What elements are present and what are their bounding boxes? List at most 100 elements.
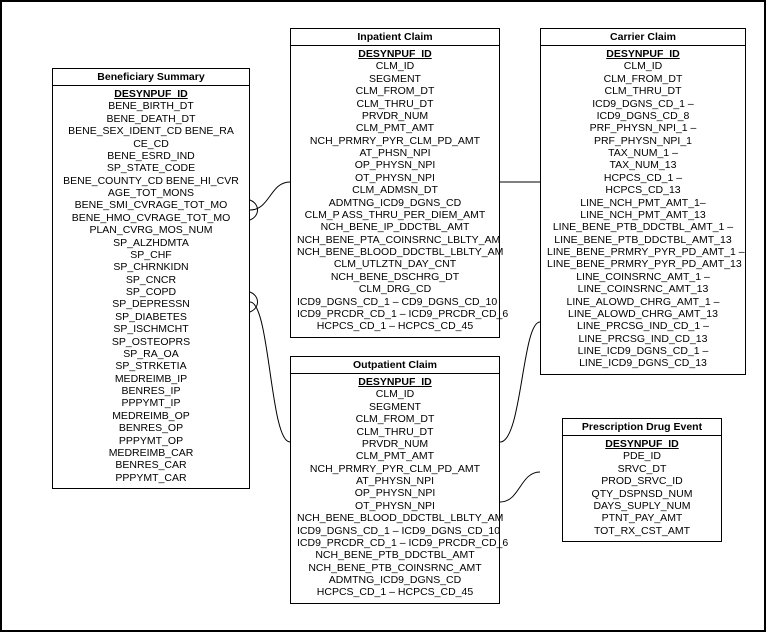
entity-field: NCH_BENE_PTB_COINSRNC_AMT (297, 562, 493, 574)
entity-field: PPPYMT_CAR (59, 472, 243, 484)
entity-field: LINE_PRCSG_IND_CD_1 – (547, 320, 739, 332)
entity-field: ICD9_PRCDR_CD_1 – ICD9_PRCDR_CD_6 (297, 308, 493, 320)
entity-fields: DESYNPUF_ID BENE_BIRTH_DTBENE_DEATH_DT BE… (53, 86, 249, 488)
entity-outpatient-claim: Outpatient Claim DESYNPUF_ID CLM_IDSEGME… (290, 356, 500, 604)
entity-field: CLM_UTLZTN_DAY_CNT (297, 258, 493, 270)
entity-field: CLM_ADMSN_DT (297, 184, 493, 196)
entity-field: CLM_ID (297, 388, 493, 400)
entity-field: LINE_NCH_PMT_AMT_13 (547, 209, 739, 221)
field-list: CLM_IDSEGMENTCLM_FROM_DTCLM_THRU_DTPRVDR… (297, 60, 493, 332)
entity-field: MEDREIMB_OP (59, 410, 243, 422)
entity-primary-key: DESYNPUF_ID (59, 86, 243, 100)
entity-fields: DESYNPUF_ID PDE_IDSRVC_DTPROD_SRVC_IDQTY… (563, 436, 721, 541)
entity-field: LINE_NCH_PMT_AMT_1– (547, 197, 739, 209)
entity-inpatient-claim: Inpatient Claim DESYNPUF_ID CLM_IDSEGMEN… (290, 28, 500, 338)
entity-field: LINE_COINSRNC_AMT_13 (547, 283, 739, 295)
entity-field: SP_ALZHDMTA (59, 237, 243, 249)
entity-field: BENE_HMO_CVRAGE_TOT_MO (59, 212, 243, 224)
entity-field: ADMTNG_ICD9_DGNS_CD (297, 574, 493, 586)
entity-field: PRVDR_NUM (297, 110, 493, 122)
entity-field: ICD9_PRCDR_CD_1 – ICD9_PRCDR_CD_6 (297, 537, 493, 549)
entity-field: NCH_BENE_BLOOD_DDCTBL_LBLTY_AM (297, 512, 493, 524)
entity-field: HCPCS_CD_1 – HCPCS_CD_45 (297, 320, 493, 332)
entity-field: CLM_ID (297, 60, 493, 72)
entity-title: Outpatient Claim (291, 357, 499, 374)
entity-field: MEDREIMB_IP (59, 373, 243, 385)
entity-field: LINE_ICD9_DGNS_CD_1 – (547, 345, 739, 357)
entity-primary-key: DESYNPUF_ID (547, 46, 739, 60)
entity-title: Beneficiary Summary (53, 69, 249, 86)
entity-field: NCH_BENE_PTA_COINSRNC_LBLTY_AM (297, 234, 493, 246)
entity-fields: DESYNPUF_ID CLM_IDCLM_FROM_DTCLM_THRU_DT… (541, 46, 745, 374)
entity-field: TOT_RX_CST_AMT (569, 525, 715, 537)
entity-field: PROD_SRVC_ID (569, 475, 715, 487)
entity-field: SP_COPD (59, 286, 243, 298)
entity-field: SP_STRKETIA (59, 360, 243, 372)
field-list: PDE_IDSRVC_DTPROD_SRVC_IDQTY_DSPNSD_NUMD… (569, 450, 715, 537)
entity-field: PLAN_CVRG_MOS_NUM (59, 224, 243, 236)
entity-field: PDE_ID (569, 450, 715, 462)
entity-field: PTNT_PAY_AMT (569, 512, 715, 524)
entity-field: PPPYMT_IP (59, 397, 243, 409)
entity-field: SEGMENT (297, 401, 493, 413)
entity-field: SP_RA_OA (59, 348, 243, 360)
entity-title: Prescription Drug Event (563, 419, 721, 436)
entity-field: SP_CHRNKIDN (59, 261, 243, 273)
entity-field: LINE_ALOWD_CHRG_AMT_1 – (547, 296, 739, 308)
entity-primary-key: DESYNPUF_ID (297, 46, 493, 60)
entity-field: NCH_PRMRY_PYR_CLM_PD_AMT (297, 463, 493, 475)
entity-field: TAX_NUM_1 – (547, 147, 739, 159)
entity-field: CLM_FROM_DT (297, 85, 493, 97)
entity-field: HCPCS_CD_1 – HCPCS_CD_45 (297, 586, 493, 598)
entity-beneficiary-summary: Beneficiary Summary DESYNPUF_ID BENE_BIR… (52, 68, 250, 489)
entity-primary-key: DESYNPUF_ID (569, 436, 715, 450)
field-list: CLM_IDSEGMENTCLM_FROM_DTCLM_THRU_DTPRVDR… (297, 388, 493, 598)
entity-field: LINE_BENE_PRMRY_PYR_PD_AMT_13 (547, 258, 739, 270)
entity-field: CE_CD (59, 138, 243, 150)
entity-field: LINE_BENE_PTB_DDCTBL_AMT_1 – (547, 221, 739, 233)
entity-primary-key: DESYNPUF_ID (297, 374, 493, 388)
entity-field: BENRES_OP (59, 422, 243, 434)
entity-field: CLM_PMT_AMT (297, 122, 493, 134)
entity-field: CLM_P ASS_THRU_PER_DIEM_AMT (297, 209, 493, 221)
entity-field: SP_DEPRESSN (59, 298, 243, 310)
entity-field: ICD9_DGNS_CD_1 – CD9_DGNS_CD_10 (297, 296, 493, 308)
entity-field: NCH_BENE_BLOOD_DDCTBL_LBLTY_AM (297, 246, 493, 258)
entity-field: HCPCS_CD_1 – (547, 172, 739, 184)
entity-field: NCH_BENE_DSCHRG_DT (297, 271, 493, 283)
entity-field: SP_DIABETES (59, 311, 243, 323)
entity-fields: DESYNPUF_ID CLM_IDSEGMENTCLM_FROM_DTCLM_… (291, 46, 499, 337)
entity-field: BENE_DEATH_DT (59, 113, 243, 125)
entity-field: ICD9_DGNS_CD_1 – ICD9_DGNS_CD_10 (297, 525, 493, 537)
entity-field: NCH_BENE_PTB_DDCTBL_AMT (297, 549, 493, 561)
entity-field: OT_PHYSN_NPI (297, 172, 493, 184)
entity-field: DAYS_SUPLY_NUM (569, 500, 715, 512)
entity-field: BENE_SMI_CVRAGE_TOT_MO (59, 199, 243, 211)
entity-field: CLM_THRU_DT (547, 85, 739, 97)
entity-carrier-claim: Carrier Claim DESYNPUF_ID CLM_IDCLM_FROM… (540, 28, 746, 375)
entity-field: CLM_DRG_CD (297, 283, 493, 295)
entity-field: OT_PHYSN_NPI (297, 500, 493, 512)
entity-fields: DESYNPUF_ID CLM_IDSEGMENTCLM_FROM_DTCLM_… (291, 374, 499, 603)
entity-field: SP_STATE_CODE (59, 162, 243, 174)
entity-field: MEDREIMB_CAR (59, 447, 243, 459)
entity-field: LINE_ICD9_DGNS_CD_13 (547, 357, 739, 369)
entity-field: PPPYMT_OP (59, 435, 243, 447)
entity-field: LINE_BENE_PRMRY_PYR_PD_AMT_1 – (547, 246, 739, 258)
entity-field: LINE_ALOWD_CHRG_AMT_13 (547, 308, 739, 320)
entity-field: NCH_BENE_IP_DDCTBL_AMT (297, 221, 493, 233)
entity-field: BENRES_CAR (59, 459, 243, 471)
entity-field: ADMTNG_ICD9_DGNS_CD (297, 197, 493, 209)
entity-title: Inpatient Claim (291, 29, 499, 46)
entity-prescription-drug-event: Prescription Drug Event DESYNPUF_ID PDE_… (562, 418, 722, 542)
entity-field: NCH_PRMRY_PYR_CLM_PD_AMT (297, 135, 493, 147)
entity-field: QTY_DSPNSD_NUM (569, 488, 715, 500)
entity-field: BENRES_IP (59, 385, 243, 397)
entity-field: ICD9_DGNS_CD_1 – (547, 98, 739, 110)
entity-field: SP_OSTEOPRS (59, 336, 243, 348)
entity-field: CLM_FROM_DT (547, 73, 739, 85)
entity-field: BENE_BIRTH_DT (59, 100, 243, 112)
entity-field: ICD9_DGNS_CD_8 (547, 110, 739, 122)
entity-field: HCPCS_CD_13 (547, 184, 739, 196)
entity-title: Carrier Claim (541, 29, 745, 46)
